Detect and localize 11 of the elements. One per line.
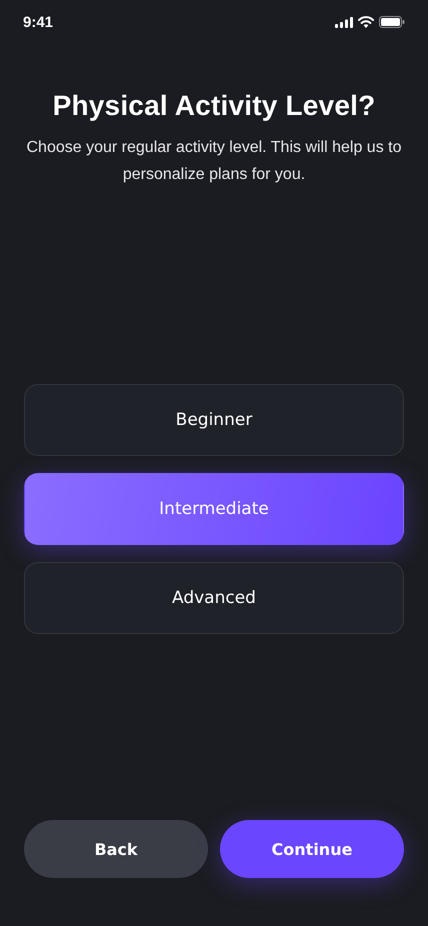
signal-icon <box>335 16 353 28</box>
activity-option[interactable]: Beginner <box>24 384 404 456</box>
activity-option[interactable]: Advanced <box>24 562 404 634</box>
battery-icon <box>379 16 405 28</box>
activity-option[interactable]: Intermediate <box>24 473 404 545</box>
page-subtitle: Choose your regular activity level. This will help us to personalize plans for you. <box>26 138 402 185</box>
back-button[interactable]: Back <box>24 820 208 878</box>
page-title: Physical Activity Level? <box>52 90 376 122</box>
wifi-icon <box>358 16 374 28</box>
status-time: 9:41 <box>23 14 54 30</box>
continue-button[interactable]: Continue <box>220 820 404 878</box>
